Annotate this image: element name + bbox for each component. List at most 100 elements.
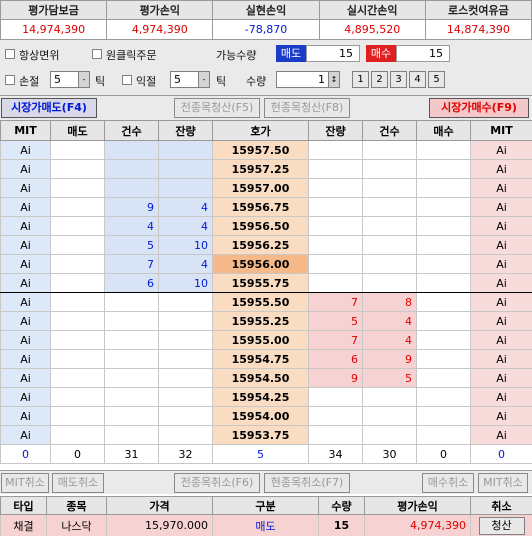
market-buy-button[interactable]: 시장가매수(F9)	[429, 98, 529, 118]
qty-preset-3-button[interactable]: 3	[390, 71, 407, 88]
buy-order-cell[interactable]	[416, 311, 471, 331]
sell-order-cell[interactable]	[50, 197, 105, 217]
mit-sell-cell[interactable]: Ai	[0, 311, 51, 331]
buy-order-cell[interactable]	[416, 178, 471, 198]
qty-preset-1-button[interactable]: 1	[352, 71, 369, 88]
mit-buy-cell[interactable]: Ai	[470, 235, 532, 255]
mit-sell-cell[interactable]: Ai	[0, 406, 51, 426]
mit-sell-cell[interactable]: Ai	[0, 425, 51, 445]
buy-order-cell[interactable]	[416, 425, 471, 445]
ask-price-cell: 15957.00	[212, 178, 309, 198]
buy-order-cell[interactable]	[416, 273, 471, 293]
summary-eval-pnl: 평가손익 4,974,390	[107, 1, 214, 39]
current-clear-button[interactable]: 현종목청산(F8)	[264, 98, 350, 118]
qty-preset-4-button[interactable]: 4	[409, 71, 426, 88]
mit-buy-cell[interactable]: Ai	[470, 311, 532, 331]
mit-buy-cell[interactable]: Ai	[470, 349, 532, 369]
sell-order-cell[interactable]	[50, 235, 105, 255]
mit-buy-cell[interactable]: Ai	[470, 406, 532, 426]
always-top-checkbox[interactable]	[5, 49, 15, 59]
mit-sell-cell[interactable]: Ai	[0, 273, 51, 293]
all-cancel-button[interactable]: 전종목취소(F6)	[174, 473, 260, 493]
buy-order-cell[interactable]	[416, 330, 471, 350]
mit-sell-cell[interactable]: Ai	[0, 216, 51, 236]
mit-buy-cell[interactable]: Ai	[470, 254, 532, 274]
all-clear-button[interactable]: 전종목청산(F5)	[174, 98, 260, 118]
sell-order-cell[interactable]	[50, 178, 105, 198]
chevron-down-icon[interactable]: -	[78, 72, 89, 87]
sell-order-cell[interactable]	[50, 292, 105, 312]
one-click-checkbox[interactable]	[92, 49, 102, 59]
mit-sell-cell[interactable]: Ai	[0, 292, 51, 312]
buy-order-cell[interactable]	[416, 406, 471, 426]
sell-order-cell[interactable]	[50, 254, 105, 274]
up-down-arrows-icon[interactable]: ↕	[328, 72, 339, 87]
qty-preset-2-button[interactable]: 2	[371, 71, 388, 88]
clear-position-button[interactable]: 청산	[478, 516, 525, 535]
tick-unit-label: 틱	[216, 75, 227, 88]
market-sell-button[interactable]: 시장가매도(F4)	[1, 98, 97, 118]
mit-sell-cell[interactable]: Ai	[0, 368, 51, 388]
buy-order-cell[interactable]	[416, 387, 471, 407]
mit-buy-cell[interactable]: Ai	[470, 197, 532, 217]
buy-order-cell[interactable]	[416, 254, 471, 274]
mit-buy-cell[interactable]: Ai	[470, 140, 532, 160]
buy-order-cell[interactable]	[416, 216, 471, 236]
buy-order-cell[interactable]	[416, 140, 471, 160]
position-row[interactable]: 채결 나스닥 15,970.000 매도 15 4,974,390 청산	[0, 514, 532, 536]
mit-sell-cell[interactable]: Ai	[0, 235, 51, 255]
sell-order-cell[interactable]	[50, 140, 105, 160]
stepper-value: 5	[54, 73, 61, 86]
mit-buy-cell[interactable]: Ai	[470, 292, 532, 312]
mit-buy-cell[interactable]: Ai	[470, 273, 532, 293]
sell-order-cell[interactable]	[50, 159, 105, 179]
mit-cancel-right-button[interactable]: MIT취소	[478, 473, 528, 493]
bid-remain-cell	[308, 216, 363, 236]
takeprofit-ticks-stepper[interactable]: 5 -	[170, 71, 210, 88]
buy-order-cell[interactable]	[416, 349, 471, 369]
sell-order-cell[interactable]	[50, 311, 105, 331]
sell-order-cell[interactable]	[50, 425, 105, 445]
mit-sell-cell[interactable]: Ai	[0, 387, 51, 407]
sell-order-cell[interactable]	[50, 216, 105, 236]
qty-stepper[interactable]: 1 ↕	[276, 71, 340, 88]
buy-order-cell[interactable]	[416, 235, 471, 255]
current-cancel-button[interactable]: 현종목취소(F7)	[264, 473, 350, 493]
mit-buy-cell[interactable]: Ai	[470, 387, 532, 407]
mit-buy-cell[interactable]: Ai	[470, 216, 532, 236]
bid-row: Ai 15953.75 Ai	[0, 425, 532, 445]
takeprofit-checkbox[interactable]	[122, 75, 132, 85]
stoploss-ticks-stepper[interactable]: 5 -	[50, 71, 90, 88]
mit-sell-cell[interactable]: Ai	[0, 197, 51, 217]
sell-order-cell[interactable]	[50, 406, 105, 426]
mit-sell-cell[interactable]: Ai	[0, 159, 51, 179]
mit-cancel-left-button[interactable]: MIT취소	[1, 473, 49, 493]
buy-order-cell[interactable]	[416, 197, 471, 217]
chevron-down-icon[interactable]: -	[198, 72, 209, 87]
mit-sell-cell[interactable]: Ai	[0, 178, 51, 198]
sell-order-cell[interactable]	[50, 349, 105, 369]
mit-buy-cell[interactable]: Ai	[470, 159, 532, 179]
stoploss-checkbox[interactable]	[5, 75, 15, 85]
position-price: 15,970.000	[106, 514, 213, 536]
sell-order-cell[interactable]	[50, 273, 105, 293]
buy-cancel-button[interactable]: 매수취소	[422, 473, 474, 493]
qty-preset-5-button[interactable]: 5	[428, 71, 445, 88]
buy-order-cell[interactable]	[416, 292, 471, 312]
mit-sell-cell[interactable]: Ai	[0, 330, 51, 350]
mit-buy-cell[interactable]: Ai	[470, 178, 532, 198]
mit-sell-cell[interactable]: Ai	[0, 140, 51, 160]
mit-buy-cell[interactable]: Ai	[470, 425, 532, 445]
mit-buy-cell[interactable]: Ai	[470, 330, 532, 350]
mit-sell-cell[interactable]: Ai	[0, 349, 51, 369]
buy-order-cell[interactable]	[416, 159, 471, 179]
sell-order-cell[interactable]	[50, 330, 105, 350]
ask-remain-cell: 4	[158, 197, 213, 217]
sell-cancel-button[interactable]: 매도취소	[52, 473, 104, 493]
buy-order-cell[interactable]	[416, 368, 471, 388]
sell-order-cell[interactable]	[50, 368, 105, 388]
mit-sell-cell[interactable]: Ai	[0, 254, 51, 274]
mit-buy-cell[interactable]: Ai	[470, 368, 532, 388]
bid-count-cell	[362, 387, 417, 407]
sell-order-cell[interactable]	[50, 387, 105, 407]
